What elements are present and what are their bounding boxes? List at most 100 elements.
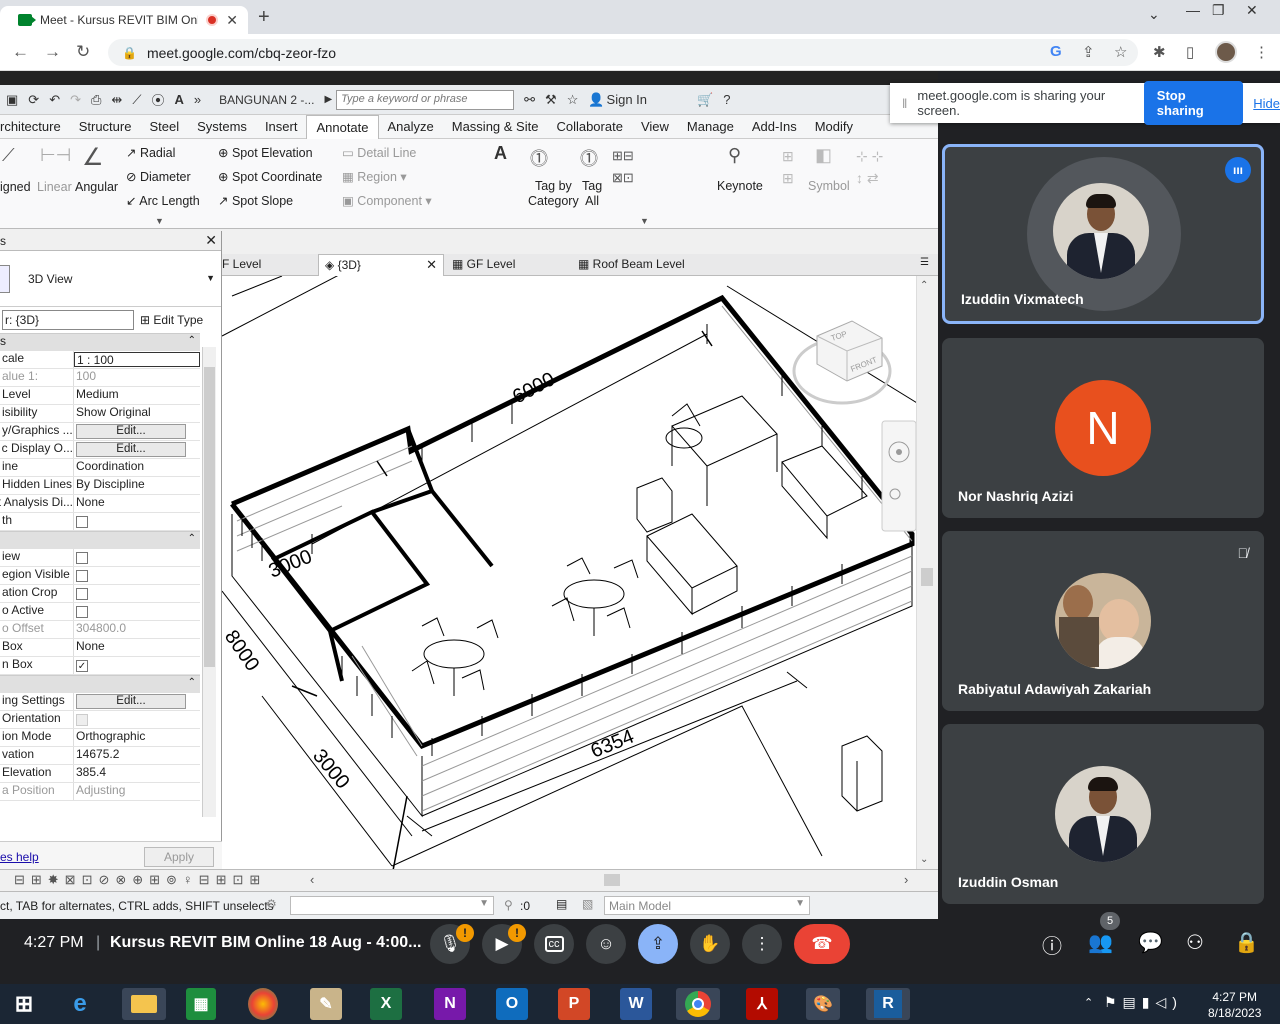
captions-button[interactable]: cc	[534, 924, 574, 964]
property-row[interactable]: n Box ✓	[0, 657, 200, 675]
tab-collaborate[interactable]: Collaborate	[547, 115, 632, 138]
aligned-dimension-icon[interactable]: ⟋	[2, 145, 15, 166]
infocenter-search-input[interactable]: Type a keyword or phrase	[336, 89, 515, 110]
forward-icon[interactable]: →	[44, 42, 61, 62]
tag-by-category-button[interactable]: Tag by Category	[528, 179, 579, 209]
tab-insert[interactable]: Insert	[256, 115, 307, 138]
property-row[interactable]: ine Coordination	[0, 459, 200, 477]
profile-avatar[interactable]	[1215, 41, 1237, 63]
start-button-icon[interactable]: ⊞	[6, 988, 42, 1020]
close-window-button[interactable]: ✕	[1246, 2, 1258, 19]
editable-only-icon[interactable]: ▤	[556, 897, 567, 911]
tab-search-icon[interactable]: ⌄	[1148, 6, 1160, 23]
infocenter-arrow-icon[interactable]: ▶	[324, 94, 332, 105]
back-icon[interactable]: ←	[12, 42, 29, 62]
tab-massing-site[interactable]: Massing & Site	[443, 115, 548, 138]
property-value[interactable]	[74, 585, 200, 602]
property-row[interactable]: Box None	[0, 639, 200, 657]
file-explorer-icon[interactable]	[122, 988, 166, 1020]
host-controls-icon[interactable]: 🔒	[1234, 930, 1259, 955]
undo-icon[interactable]: ↶	[49, 92, 60, 108]
powerpoint-icon[interactable]: P	[558, 988, 590, 1020]
property-row[interactable]: Level Medium	[0, 387, 200, 405]
sync-icon[interactable]: ⟳	[28, 92, 39, 108]
system-tray-icons[interactable]: ⚑▤▮◁)	[1104, 994, 1183, 1011]
chat-icon[interactable]: 💬	[1138, 930, 1163, 955]
keynote-icon[interactable]: ⚲	[728, 145, 741, 166]
property-row[interactable]: o Active	[0, 603, 200, 621]
meeting-details-icon[interactable]: ⓘ	[1042, 930, 1062, 959]
qat-overflow-icon[interactable]: »	[194, 92, 201, 107]
autodesk-store-icon[interactable]: 🛒	[697, 92, 713, 108]
drag-handle-icon[interactable]: ‖	[902, 96, 907, 111]
share-icon[interactable]: ⇪	[1082, 43, 1095, 61]
reload-icon[interactable]: ↻	[76, 42, 90, 62]
checkbox[interactable]	[76, 606, 88, 618]
property-value[interactable]: 304800.0	[74, 621, 200, 638]
tag-all-icon[interactable]: ⓵	[580, 145, 598, 171]
property-row[interactable]: alue 1: 100	[0, 369, 200, 387]
view-control-icons[interactable]: ⊟⊞✸⊠⊡⊘⊗⊕⊞⊚♀⊟⊞⊡⊞	[14, 872, 266, 888]
save-icon[interactable]: ▣	[6, 92, 18, 108]
property-value[interactable]: 385.4	[74, 765, 200, 782]
close-palette-icon[interactable]: ✕	[205, 232, 217, 249]
aligned-label[interactable]: igned	[0, 180, 31, 194]
close-view-tab-icon[interactable]: ✕	[426, 257, 437, 273]
design-option-selector[interactable]: Main Model ▼	[604, 896, 810, 915]
participant-tile[interactable]: Izuddin Osman	[942, 724, 1264, 904]
property-row[interactable]: Orientation	[0, 711, 200, 729]
extensions-icon[interactable]: ✱	[1153, 43, 1166, 61]
chrome-menu-icon[interactable]: ⋮	[1254, 43, 1269, 61]
horizontal-scroll-right-icon[interactable]: ›	[904, 872, 908, 887]
stop-sharing-button[interactable]: Stop sharing	[1143, 81, 1244, 125]
present-button[interactable]: ⇪	[638, 924, 678, 964]
type-dropdown-icon[interactable]: ▼	[206, 273, 215, 283]
properties-help-link[interactable]: es help	[0, 850, 39, 864]
notepad-icon[interactable]: ✎	[310, 988, 342, 1020]
raise-hand-button[interactable]: ✋	[690, 924, 730, 964]
design-options-icon[interactable]: ▧	[582, 897, 593, 911]
keynote-button[interactable]: Keynote	[717, 179, 763, 193]
horizontal-scroll-left-icon[interactable]: ‹	[310, 872, 314, 887]
redo-icon[interactable]: ↷	[70, 92, 81, 108]
tag-tools-icon[interactable]: ⊞⊟ ⊠⊡	[612, 145, 634, 189]
tab-systems[interactable]: Systems	[188, 115, 256, 138]
tag-all-button[interactable]: Tag All	[582, 179, 602, 209]
property-row[interactable]: Hidden Lines By Discipline	[0, 477, 200, 495]
property-value[interactable]	[74, 711, 200, 728]
side-panel-icon[interactable]: ▯	[1186, 43, 1194, 61]
horizontal-scroll-thumb[interactable]	[604, 874, 620, 886]
new-tab-button[interactable]: +	[258, 6, 270, 29]
leave-call-button[interactable]: ☎	[794, 924, 850, 964]
tab-manage[interactable]: Manage	[678, 115, 743, 138]
spot-coordinate-button[interactable]: ⊕ Spot Coordinate	[218, 169, 322, 184]
property-row[interactable]: ation Crop	[0, 585, 200, 603]
restore-button[interactable]: ❐	[1212, 2, 1225, 19]
activities-icon[interactable]: ⚇	[1186, 930, 1204, 955]
checkbox[interactable]	[76, 516, 88, 528]
property-value[interactable]: Edit...	[74, 441, 200, 458]
edit-button[interactable]: Edit...	[76, 694, 186, 709]
property-row[interactable]: cale 1 : 100	[0, 351, 200, 369]
chrome-icon[interactable]	[676, 988, 720, 1020]
viewcube[interactable]: TOP FRONT	[792, 320, 892, 405]
property-value[interactable]	[74, 549, 200, 566]
word-icon[interactable]: W	[620, 988, 652, 1020]
spot-slope-button[interactable]: ↗ Spot Slope	[218, 193, 293, 208]
sheets-icon[interactable]: ▦	[186, 988, 216, 1020]
property-row[interactable]: c Display O... Edit...	[0, 441, 200, 459]
property-row[interactable]: ing Settings Edit...	[0, 693, 200, 711]
paint-icon[interactable]: 🎨	[806, 988, 840, 1020]
hide-banner-link[interactable]: Hide	[1253, 96, 1280, 111]
property-value[interactable]	[74, 513, 200, 530]
angular-dimension-icon[interactable]: ∠	[82, 143, 104, 172]
property-value[interactable]: Adjusting	[74, 783, 200, 800]
property-value[interactable]: None	[74, 495, 200, 512]
color-picker-icon[interactable]	[248, 988, 278, 1020]
checkbox[interactable]: ✓	[76, 660, 88, 672]
property-row[interactable]: y/Graphics ... Edit...	[0, 423, 200, 441]
revit-taskbar-icon[interactable]: R	[866, 988, 910, 1020]
detail-line-button[interactable]: ▭ Detail Line	[342, 145, 416, 160]
checkbox[interactable]	[76, 714, 88, 726]
property-value[interactable]: Edit...	[74, 693, 200, 710]
